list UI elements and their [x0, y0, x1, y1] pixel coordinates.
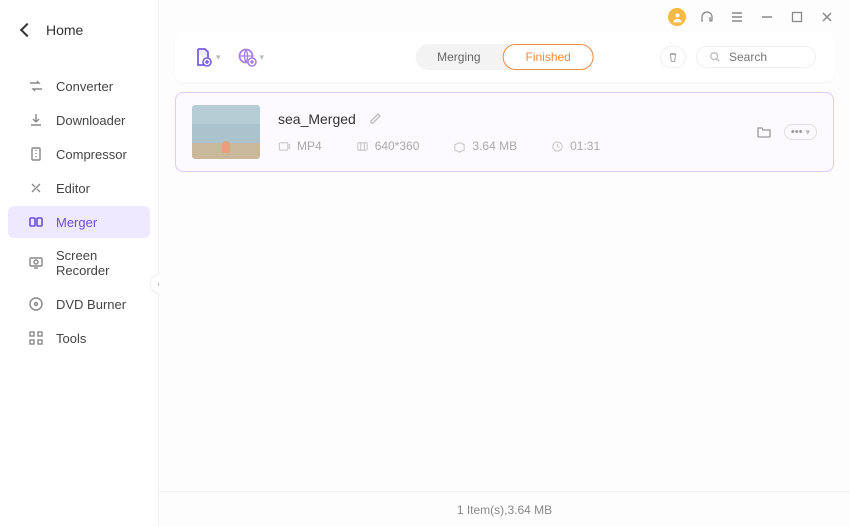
support-icon[interactable] — [698, 8, 716, 26]
home-label[interactable]: Home — [46, 22, 83, 38]
sidebar-item-tools[interactable]: Tools — [8, 322, 150, 354]
folder-icon — [756, 124, 772, 140]
finished-item-card[interactable]: sea_Merged MP4 640*360 3.64 MB — [175, 92, 834, 172]
label: Downloader — [56, 113, 125, 128]
sidebar-header: Home — [0, 0, 158, 60]
toolbar-right — [660, 46, 816, 68]
avatar[interactable] — [668, 8, 686, 26]
duration-value: 01:31 — [570, 139, 600, 153]
label: DVD Burner — [56, 297, 126, 312]
chevron-down-icon: ▾ — [260, 52, 265, 63]
format-icon — [278, 140, 291, 153]
trash-icon — [667, 51, 679, 63]
sidebar-item-converter[interactable]: Converter — [8, 70, 150, 102]
recorder-icon — [28, 255, 44, 271]
label: Merger — [56, 215, 97, 230]
maximize-icon[interactable] — [788, 8, 806, 26]
file-plus-icon — [193, 47, 213, 67]
label: Screen Recorder — [56, 248, 140, 278]
merger-icon — [28, 214, 44, 230]
search-box[interactable] — [696, 46, 816, 68]
menu-icon[interactable] — [728, 8, 746, 26]
size-icon — [453, 140, 466, 153]
status-footer: 1 Item(s),3.64 MB — [159, 491, 850, 527]
resolution-icon — [356, 140, 369, 153]
chevron-down-icon: ▾ — [216, 52, 221, 63]
sidebar-item-dvd-burner[interactable]: DVD Burner — [8, 288, 150, 320]
label: Compressor — [56, 147, 127, 162]
label: Editor — [56, 181, 90, 196]
label: Converter — [56, 79, 113, 94]
resolution-chip: 640*360 — [356, 139, 420, 153]
sidebar-item-merger[interactable]: Merger — [8, 206, 150, 238]
editor-icon — [28, 180, 44, 196]
content: sea_Merged MP4 640*360 3.64 MB — [159, 82, 850, 491]
item-actions: ••• ▾ — [756, 124, 817, 140]
chevron-down-icon: ▾ — [805, 127, 810, 138]
rename-icon[interactable] — [368, 112, 382, 126]
downloader-icon — [28, 112, 44, 128]
sidebar-item-screen-recorder[interactable]: Screen Recorder — [8, 240, 150, 286]
resolution-value: 640*360 — [375, 139, 420, 153]
label: Tools — [56, 331, 86, 346]
sidebar-item-editor[interactable]: Editor — [8, 172, 150, 204]
back-icon[interactable] — [20, 23, 34, 37]
tab-merging[interactable]: Merging — [415, 44, 502, 70]
main-area: ▾ ▾ Merging Finished sea_Merged — [159, 0, 850, 527]
url-plus-icon — [237, 47, 257, 67]
trash-button[interactable] — [660, 46, 686, 68]
sidebar-item-compressor[interactable]: Compressor — [8, 138, 150, 170]
format-value: MP4 — [297, 139, 322, 153]
titlebar — [159, 0, 850, 28]
close-icon[interactable] — [818, 8, 836, 26]
tools-icon — [28, 330, 44, 346]
clock-icon — [551, 140, 564, 153]
compressor-icon — [28, 146, 44, 162]
converter-icon — [28, 78, 44, 94]
ellipsis-icon: ••• — [791, 126, 803, 138]
search-input[interactable] — [729, 50, 803, 64]
info-row: MP4 640*360 3.64 MB 01:31 — [278, 139, 738, 153]
size-value: 3.64 MB — [472, 139, 517, 153]
duration-chip: 01:31 — [551, 139, 600, 153]
filename: sea_Merged — [278, 111, 356, 127]
sidebar: Home Converter Downloader Compressor Edi… — [0, 0, 159, 527]
more-button[interactable]: ••• ▾ — [784, 124, 817, 140]
add-url-button[interactable]: ▾ — [237, 47, 265, 67]
format-chip: MP4 — [278, 139, 322, 153]
tab-group: Merging Finished — [415, 44, 594, 70]
size-chip: 3.64 MB — [453, 139, 517, 153]
filename-row: sea_Merged — [278, 111, 738, 127]
sidebar-nav: Converter Downloader Compressor Editor M… — [0, 60, 158, 354]
dvd-icon — [28, 296, 44, 312]
sidebar-item-downloader[interactable]: Downloader — [8, 104, 150, 136]
footer-summary: 1 Item(s),3.64 MB — [457, 503, 552, 517]
item-meta: sea_Merged MP4 640*360 3.64 MB — [278, 111, 738, 153]
thumbnail — [192, 105, 260, 159]
search-icon — [709, 51, 721, 63]
toolbar: ▾ ▾ Merging Finished — [175, 32, 834, 82]
minimize-icon[interactable] — [758, 8, 776, 26]
open-folder-button[interactable] — [756, 124, 772, 140]
add-file-button[interactable]: ▾ — [193, 47, 221, 67]
tab-finished[interactable]: Finished — [503, 44, 594, 70]
